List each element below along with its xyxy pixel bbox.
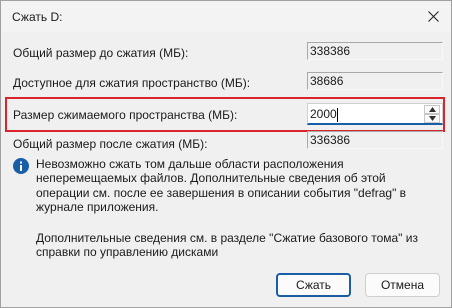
help-reference-text: Дополнительные сведения см. в разделе "С…: [36, 231, 418, 260]
close-icon: [427, 11, 439, 22]
shrink-amount-label: Размер сжимаемого пространства (МБ):: [13, 108, 238, 122]
spin-buttons: [424, 105, 440, 123]
close-button[interactable]: [415, 1, 451, 32]
shrink-button[interactable]: Сжать: [276, 273, 351, 297]
chevron-down-icon: [428, 116, 436, 121]
available-space-label: Доступное для сжатия пространство (МБ):: [13, 76, 251, 90]
total-size-before-label: Общий размер до сжатия (МБ):: [13, 46, 189, 60]
total-size-after-value: 336386: [307, 131, 443, 149]
info-message: Невозможно сжать том дальше области расп…: [36, 157, 407, 215]
chevron-up-icon: [428, 107, 436, 112]
info-icon: [13, 158, 29, 174]
title-bar: Сжать D:: [1, 1, 451, 32]
cancel-button[interactable]: Отмена: [365, 273, 440, 297]
spin-up-button[interactable]: [424, 105, 440, 114]
shrink-amount-spinner: [307, 103, 443, 125]
text-caret: [337, 108, 338, 122]
total-size-before-value: 338386: [307, 42, 443, 60]
spin-down-button[interactable]: [424, 114, 440, 123]
dialog-title: Сжать D:: [12, 10, 63, 24]
available-space-value: 38686: [307, 72, 443, 90]
shrink-amount-input[interactable]: [310, 106, 420, 122]
shrink-volume-dialog: Сжать D: Общий размер до сжатия (МБ): 33…: [0, 0, 452, 308]
total-size-after-label: Общий размер после сжатия (МБ):: [13, 137, 208, 151]
